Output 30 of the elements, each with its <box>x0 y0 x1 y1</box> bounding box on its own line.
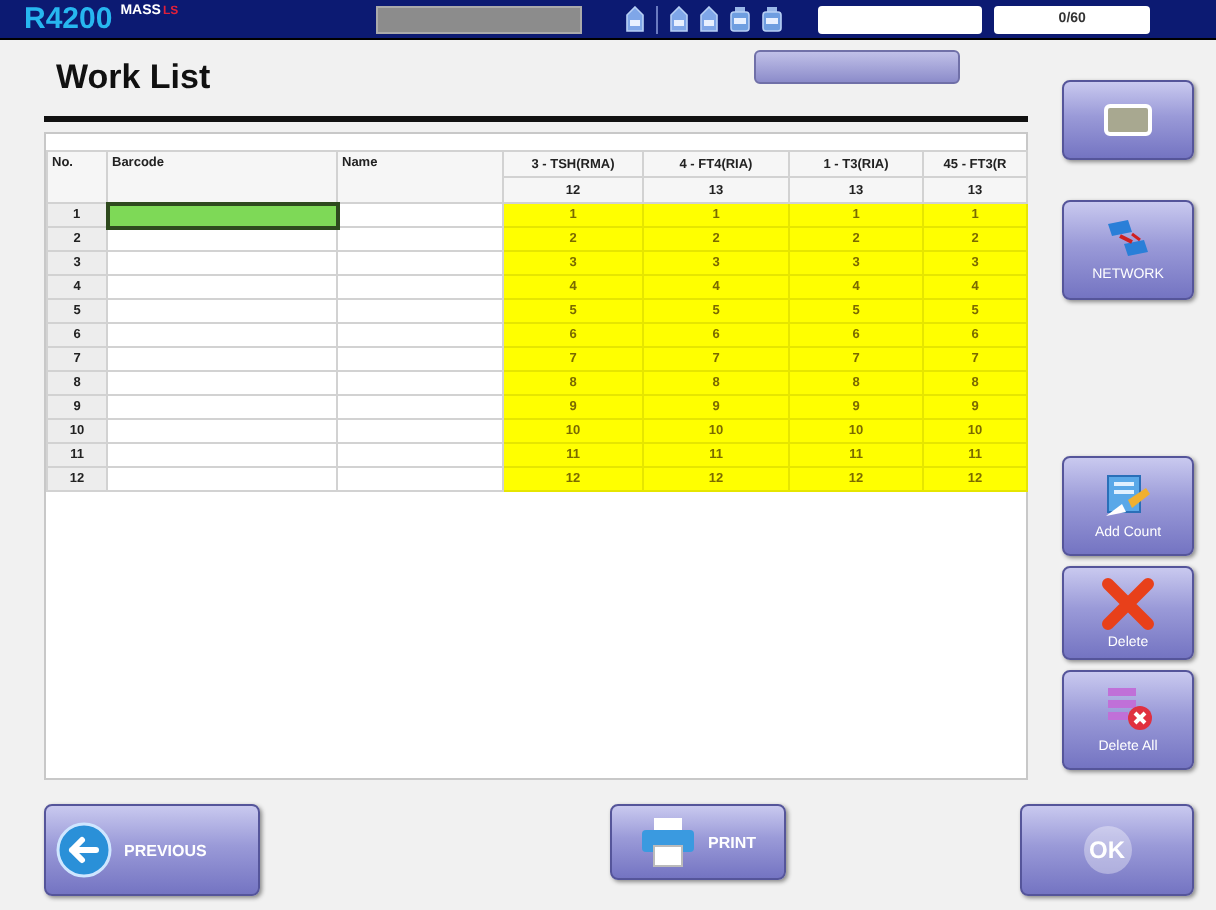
name-cell[interactable] <box>337 275 503 299</box>
notepad-icon <box>1102 472 1154 520</box>
barcode-cell[interactable] <box>107 203 337 227</box>
bottle-icon <box>626 6 645 32</box>
name-cell[interactable] <box>337 419 503 443</box>
jar-icon <box>762 6 783 32</box>
printer-icon <box>640 816 696 868</box>
delete-all-icon <box>1102 686 1154 734</box>
name-cell[interactable] <box>337 203 503 227</box>
name-cell[interactable] <box>337 443 503 467</box>
name-cell[interactable] <box>337 227 503 251</box>
previous-button[interactable]: PREVIOUS <box>44 804 260 896</box>
app-logo: R4200 <box>24 1 113 37</box>
blank-button[interactable] <box>754 49 960 83</box>
ok-button[interactable]: OK <box>1020 804 1194 896</box>
bottle-icon <box>670 6 689 32</box>
bottle-icon <box>700 6 719 32</box>
name-cell[interactable] <box>337 371 503 395</box>
name-cell[interactable] <box>337 347 503 371</box>
card-button[interactable] <box>1062 80 1194 160</box>
page-title: Work List <box>56 58 211 98</box>
delete-icon <box>1102 577 1154 629</box>
name-cell[interactable] <box>337 395 503 419</box>
jar-icon <box>730 6 751 32</box>
card-icon <box>1104 104 1152 136</box>
name-cell[interactable] <box>337 251 503 275</box>
name-cell[interactable] <box>337 323 503 347</box>
print-button[interactable]: PRINT <box>610 804 786 880</box>
name-cell[interactable] <box>337 299 503 323</box>
name-cell[interactable] <box>337 467 503 491</box>
